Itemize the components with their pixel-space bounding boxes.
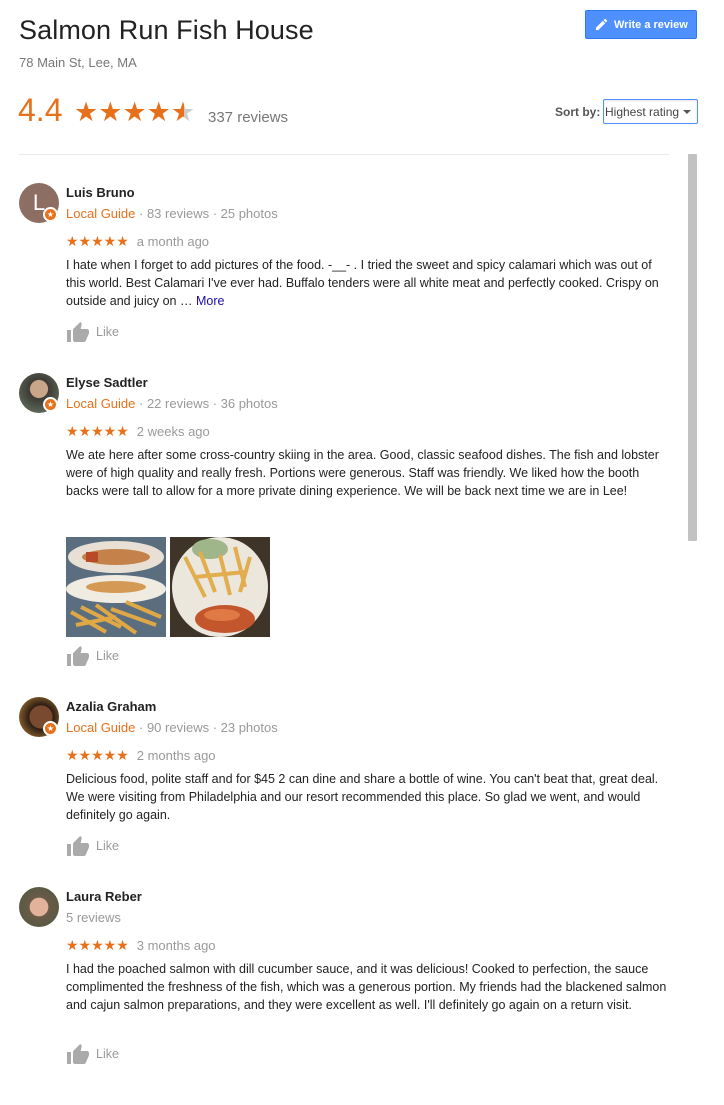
- review-text: I had the poached salmon with dill cucum…: [66, 962, 667, 1012]
- review-text: Delicious food, polite staff and for $45…: [66, 772, 659, 822]
- reviewer-stats: · 83 reviews · 25 photos: [135, 206, 278, 221]
- local-guide-label[interactable]: Local Guide: [66, 720, 135, 735]
- thumbs-up-icon: [67, 322, 89, 342]
- average-rating: 4.4: [18, 92, 63, 128]
- review-stars: ★★★★★: [66, 937, 129, 953]
- avatar[interactable]: ★: [19, 697, 59, 737]
- review-body: I hate when I forget to add pictures of …: [66, 258, 659, 308]
- sort-selected-value: Highest rating: [605, 104, 680, 119]
- like-label: Like: [96, 649, 119, 663]
- scrollbar-thumb[interactable]: [688, 154, 697, 541]
- star-icon: ★: [122, 97, 147, 127]
- thumbs-up-icon: [67, 836, 89, 856]
- place-title: Salmon Run Fish House: [19, 15, 314, 45]
- reviewer-name[interactable]: Luis Bruno: [66, 185, 135, 200]
- reviewer-stats: · 22 reviews · 36 photos: [135, 396, 278, 411]
- avatar[interactable]: [19, 887, 59, 927]
- more-link[interactable]: More: [196, 294, 224, 308]
- avatar-photo: [19, 887, 59, 927]
- local-guide-label[interactable]: Local Guide: [66, 396, 135, 411]
- sort-dropdown[interactable]: Highest rating: [603, 99, 698, 124]
- like-label: Like: [96, 1047, 119, 1061]
- like-button[interactable]: Like: [66, 321, 119, 343]
- reviewer-meta: Local Guide · 22 reviews · 36 photos: [66, 396, 278, 411]
- like-label: Like: [96, 325, 119, 339]
- local-guide-label[interactable]: Local Guide: [66, 206, 135, 221]
- local-guide-badge-icon: ★: [43, 207, 58, 222]
- total-review-count: 337 reviews: [208, 109, 289, 126]
- reviewer-name[interactable]: Laura Reber: [66, 889, 142, 904]
- reviewer-meta: Local Guide · 90 reviews · 23 photos: [66, 720, 278, 735]
- review-date: 3 months ago: [136, 938, 216, 953]
- local-guide-badge-icon: ★: [43, 397, 58, 412]
- star-icon: ★: [74, 97, 99, 127]
- review-rating-row: ★★★★★ 2 months ago: [66, 747, 216, 764]
- reviewer-stats: 5 reviews: [66, 910, 121, 925]
- pencil-icon: [595, 18, 608, 31]
- review-text: We ate here after some cross-country ski…: [66, 448, 659, 498]
- review-date: 2 months ago: [136, 748, 216, 763]
- write-review-button[interactable]: Write a review: [585, 10, 697, 39]
- thumbs-up-icon: [67, 1044, 89, 1064]
- average-star-rating: ★ ★ ★ ★ ★: [74, 98, 195, 126]
- sort-label: Sort by:: [555, 105, 601, 119]
- header-divider: [19, 154, 669, 155]
- chevron-down-icon: [683, 110, 691, 114]
- food-photo[interactable]: [170, 537, 270, 637]
- like-button[interactable]: Like: [66, 835, 119, 857]
- reviewer-name[interactable]: Elyse Sadtler: [66, 375, 148, 390]
- review-photos: [66, 537, 270, 637]
- food-photo[interactable]: [66, 537, 166, 637]
- review-rating-row: ★★★★★ a month ago: [66, 233, 209, 250]
- review-text: I hate when I forget to add pictures of …: [66, 256, 668, 310]
- review-date: a month ago: [136, 234, 210, 249]
- review-date: 2 weeks ago: [136, 424, 210, 439]
- review-rating-row: ★★★★★ 2 weeks ago: [66, 423, 210, 440]
- avatar[interactable]: L ★: [19, 183, 59, 223]
- review-rating-row: ★★★★★ 3 months ago: [66, 937, 216, 954]
- local-guide-badge-icon: ★: [43, 721, 58, 736]
- like-button[interactable]: Like: [66, 1043, 119, 1065]
- place-address: 78 Main St, Lee, MA: [19, 55, 137, 70]
- like-label: Like: [96, 839, 119, 853]
- thumbs-up-icon: [67, 646, 89, 666]
- avatar[interactable]: ★: [19, 373, 59, 413]
- review-stars: ★★★★★: [66, 747, 129, 763]
- reviewer-name[interactable]: Azalia Graham: [66, 699, 156, 714]
- star-icon: ★: [98, 97, 123, 127]
- write-review-label: Write a review: [614, 18, 688, 31]
- review-stars: ★★★★★: [66, 423, 129, 439]
- review-stars: ★★★★★: [66, 233, 129, 249]
- reviewer-stats: · 90 reviews · 23 photos: [135, 720, 278, 735]
- star-icon: ★: [146, 97, 171, 127]
- like-button[interactable]: Like: [66, 645, 119, 667]
- half-star-icon: ★: [170, 97, 196, 127]
- reviewer-meta: Local Guide · 83 reviews · 25 photos: [66, 206, 278, 221]
